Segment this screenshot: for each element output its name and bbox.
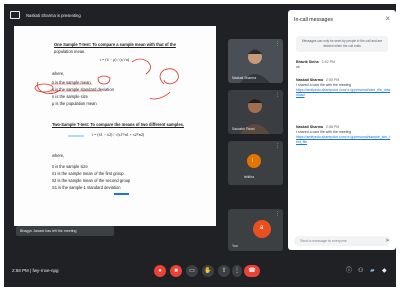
meet-window: Naskati Sharma is presenting One Sample … (4, 4, 396, 287)
chat-message: Naskati Sharma 2:58 PM I shared a care fi… (296, 125, 392, 145)
message-time: 2:52 PM (321, 60, 335, 64)
present-icon[interactable]: ⇧ (218, 265, 230, 277)
message-time: 2:58 PM (325, 125, 340, 129)
meeting-info: 2:58 PM | fwy-rnxe-npg (12, 268, 58, 273)
info-icon[interactable]: ⓘ (346, 268, 352, 274)
participant-tile[interactable]: ⋮ Saurabh Tiwari (228, 90, 283, 134)
chat-panel: In-call messages × Messages can only be … (288, 10, 396, 250)
meeting-time: 2:58 PM (12, 268, 29, 273)
chat-notice: Messages can only be seen by people in t… (296, 36, 388, 52)
pen-annotations (34, 58, 179, 195)
left-meeting-toast: Bhagyn Janard has left the meeting (16, 226, 114, 236)
avatar-initial: a (260, 225, 264, 231)
people-icon[interactable]: ⚇ (358, 268, 363, 274)
chat-message: Naskati Sharma 2:55 PM I shared a care fi… (296, 78, 392, 98)
message-link[interactable]: https://amityedu.sharepoint.com/:x:/g/pe… (296, 88, 392, 98)
more-options-icon[interactable]: ⋮ (275, 144, 280, 149)
close-icon[interactable]: × (385, 14, 390, 23)
captions-icon[interactable]: ▭ (186, 265, 198, 277)
raise-hand-icon[interactable]: ✋ (202, 265, 214, 277)
participant-tile-you[interactable]: a ⋮ You (228, 209, 283, 251)
presenting-text: Naskati Sharma is presenting (26, 12, 81, 18)
more-options-icon[interactable]: ⋮ (232, 265, 242, 277)
more-options-icon[interactable]: ⋮ (275, 93, 280, 98)
meeting-code: fwy-rnxe-npg (32, 268, 59, 273)
activities-icon[interactable]: ◆ (382, 268, 387, 274)
message-sender: Bhavik Sinha (296, 60, 319, 64)
presenter-banner: Naskati Sharma is presenting (4, 4, 224, 26)
chat-icon[interactable]: ▰ (370, 268, 375, 274)
send-icon[interactable]: ➤ (385, 237, 390, 244)
message-text: ok (296, 65, 300, 69)
message-sender: Naskati Sharma (296, 125, 323, 129)
participant-tile[interactable]: I ⋮ Ishitha (228, 141, 283, 185)
chat-message: Bhavik Sinha 2:52 PM ok (296, 60, 392, 70)
participant-name: Naskati Sharma (232, 76, 257, 80)
control-bar: 2:58 PM | fwy-rnxe-npg ● ■ ▭ ✋ ⇧ ⋮ ☎ ⓘ ⚇… (4, 256, 396, 287)
mic-off-icon[interactable]: ● (154, 265, 166, 277)
more-options-icon[interactable]: ⋮ (275, 212, 280, 217)
participant-tile[interactable]: ⋮ Naskati Sharma (228, 39, 283, 83)
more-options-icon[interactable]: ⋮ (275, 42, 280, 47)
presenting-icon (10, 11, 20, 19)
shared-slide: One Sample T-test: To compare a sample m… (14, 26, 216, 226)
camera-off-icon[interactable]: ■ (170, 265, 182, 277)
avatar-initial: I (252, 158, 254, 164)
chat-title: In-call messages (294, 17, 333, 23)
participant-name: Saurabh Tiwari (232, 127, 255, 131)
message-input[interactable]: Send a message to everyone (294, 236, 390, 246)
message-sender: Naskati Sharma (296, 78, 323, 82)
message-link[interactable]: https://amityedu.sharepoint.com/:x:/g/pe… (296, 135, 392, 145)
end-call-button[interactable]: ☎ (244, 265, 260, 277)
message-time: 2:55 PM (325, 78, 340, 82)
participant-name: Ishitha (244, 175, 254, 179)
participant-name: You (232, 244, 238, 248)
